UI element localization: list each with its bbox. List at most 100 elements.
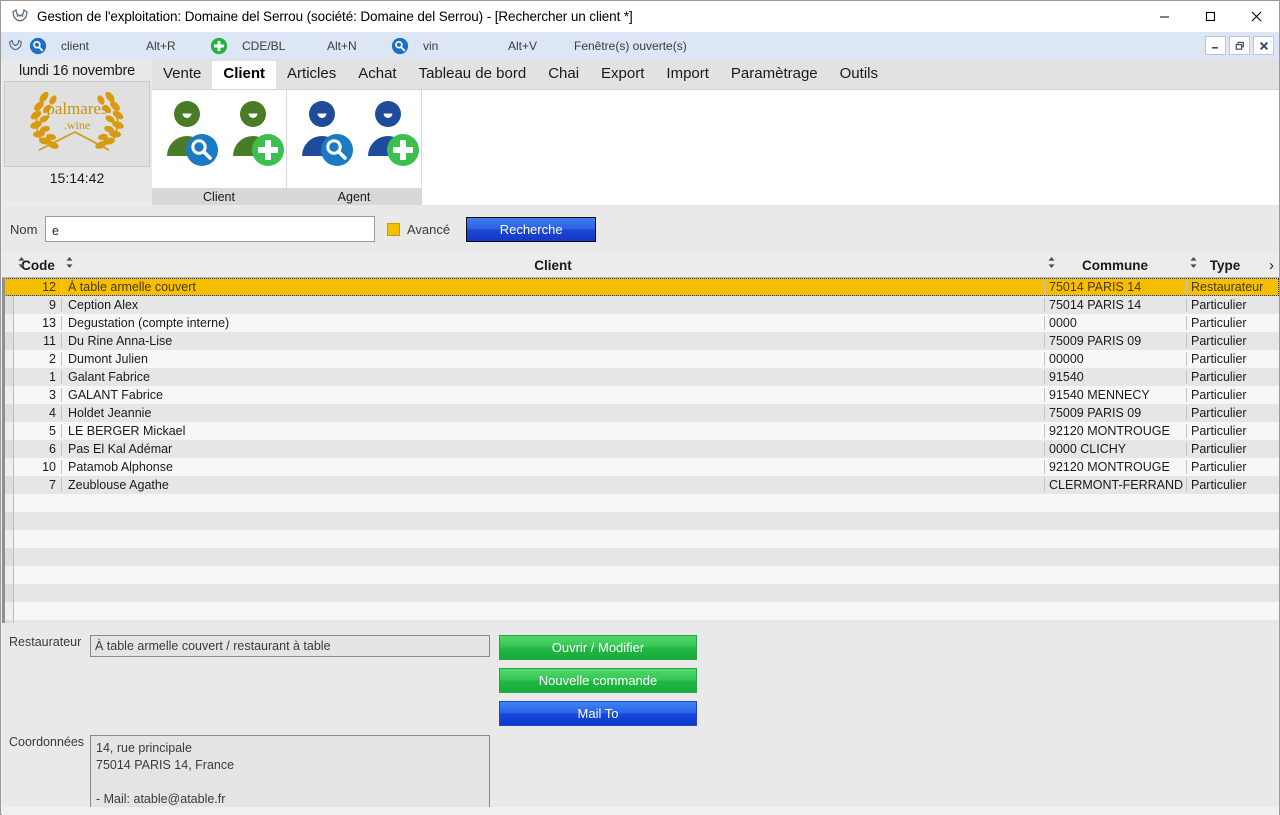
- coordonnees-field[interactable]: 14, rue principale 75014 PARIS 14, Franc…: [90, 735, 490, 815]
- quickbar-client-search-icon[interactable]: [27, 35, 49, 57]
- cell-client: Patamob Alphonse: [62, 460, 1044, 474]
- cell-type: Particulier: [1186, 442, 1264, 456]
- table-row[interactable]: 2Dumont Julien00000Particulier: [2, 350, 1279, 368]
- grid-header-more-icon[interactable]: ›: [1264, 253, 1279, 277]
- cell-type: Particulier: [1186, 352, 1264, 366]
- cell-code: 10: [14, 460, 62, 474]
- table-row-empty[interactable]: [2, 548, 1279, 566]
- avance-checkbox[interactable]: [387, 223, 400, 236]
- table-row-empty[interactable]: [2, 602, 1279, 620]
- cell-client: Dumont Julien: [62, 352, 1044, 366]
- search-input[interactable]: [45, 216, 375, 242]
- agent-search-button[interactable]: [295, 94, 357, 168]
- ribbon-group-agent-label: Agent: [287, 188, 421, 205]
- cell-commune: 92120 MONTROUGE: [1044, 424, 1186, 438]
- mail-to-button[interactable]: Mail To: [499, 701, 697, 726]
- table-row-empty[interactable]: [2, 584, 1279, 602]
- quickbar-item-label-0[interactable]: client: [49, 39, 146, 53]
- tab-chai[interactable]: Chai: [537, 61, 590, 89]
- tab-export[interactable]: Export: [590, 61, 655, 89]
- info-panel: lundi 16 novembre: [2, 59, 152, 204]
- tab-vente[interactable]: Vente: [152, 61, 212, 89]
- cell-commune: 92120 MONTROUGE: [1044, 460, 1186, 474]
- table-row[interactable]: 9Ception Alex75014 PARIS 14Particulier: [2, 296, 1279, 314]
- window-maximize-button[interactable]: [1187, 1, 1233, 32]
- grid-header-client-label: Client: [62, 258, 1044, 273]
- cell-code: 6: [14, 442, 62, 456]
- sort-indicator-icon[interactable]: [62, 257, 73, 268]
- quickbar-logo-icon: [5, 37, 25, 55]
- table-row[interactable]: 13Degustation (compte interne)0000Partic…: [2, 314, 1279, 332]
- cell-code: 11: [14, 334, 62, 348]
- table-row[interactable]: 4Holdet Jeannie75009 PARIS 09Particulier: [2, 404, 1279, 422]
- tab-outils[interactable]: Outils: [829, 61, 889, 89]
- grid-header-marker: [2, 253, 14, 277]
- restaurateur-field[interactable]: À table armelle couvert / restaurant à t…: [90, 635, 490, 657]
- tab-import[interactable]: Import: [655, 61, 720, 89]
- ribbon-group-agent: Agent: [287, 90, 422, 205]
- grid-header-row: Code Client Commune Type ›: [2, 253, 1279, 278]
- tab-tableau-de-bord[interactable]: Tableau de bord: [408, 61, 538, 89]
- sort-indicator-icon[interactable]: [14, 257, 25, 268]
- table-row[interactable]: 10Patamob Alphonse92120 MONTROUGEParticu…: [2, 458, 1279, 476]
- table-row-empty[interactable]: [2, 530, 1279, 548]
- grid-header-code[interactable]: Code: [14, 253, 62, 277]
- ouvrir-modifier-button[interactable]: Ouvrir / Modifier: [499, 635, 697, 660]
- table-row-empty[interactable]: [2, 566, 1279, 584]
- ribbon-tab-strip: Vente Client Articles Achat Tableau de b…: [152, 59, 1279, 89]
- tab-articles[interactable]: Articles: [276, 61, 347, 89]
- ribbon-group-client-label: Client: [152, 188, 286, 205]
- cell-code: 4: [14, 406, 62, 420]
- grid-header-client[interactable]: Client: [62, 253, 1044, 277]
- agent-add-button[interactable]: [361, 94, 423, 168]
- cell-code: 13: [14, 316, 62, 330]
- table-row-empty[interactable]: [2, 512, 1279, 530]
- window-close-button[interactable]: [1233, 1, 1279, 32]
- table-row-empty[interactable]: [2, 494, 1279, 512]
- open-windows-label[interactable]: Fenêtre(s) ouverte(s): [566, 39, 687, 53]
- mdi-minimize-button[interactable]: [1205, 36, 1226, 55]
- cell-client: Holdet Jeannie: [62, 406, 1044, 420]
- cell-code: 1: [14, 370, 62, 384]
- cell-client: GALANT Fabrice: [62, 388, 1044, 402]
- table-row[interactable]: 12À table armelle couvert75014 PARIS 14R…: [2, 278, 1279, 296]
- sort-indicator-icon[interactable]: [1044, 257, 1055, 268]
- avance-label: Avancé: [407, 222, 450, 237]
- quickbar-vin-search-icon[interactable]: [389, 35, 411, 57]
- tab-achat[interactable]: Achat: [347, 61, 407, 89]
- cell-code: 12: [14, 280, 62, 294]
- nouvelle-commande-button[interactable]: Nouvelle commande: [499, 668, 697, 693]
- logo-text-top: palmares: [46, 99, 107, 118]
- quickbar-cde-bl-plus-icon[interactable]: [208, 35, 230, 57]
- window-title: Gestion de l'exploitation: Domaine del S…: [37, 9, 633, 24]
- avance-checkbox-wrap[interactable]: Avancé: [387, 222, 450, 237]
- tab-client[interactable]: Client: [212, 61, 276, 90]
- cell-client: Pas El Kal Adémar: [62, 442, 1044, 456]
- quickbar-item-label-1[interactable]: CDE/BL: [230, 39, 327, 53]
- sort-indicator-icon[interactable]: [1186, 257, 1197, 268]
- table-row[interactable]: 11Du Rine Anna-Lise75009 PARIS 09Particu…: [2, 332, 1279, 350]
- table-row[interactable]: 1Galant Fabrice91540Particulier: [2, 368, 1279, 386]
- cell-commune: 75014 PARIS 14: [1044, 280, 1186, 294]
- cell-commune: 75009 PARIS 09: [1044, 406, 1186, 420]
- table-row[interactable]: 5LE BERGER Mickael92120 MONTROUGEParticu…: [2, 422, 1279, 440]
- window-minimize-button[interactable]: [1141, 1, 1187, 32]
- mdi-restore-button[interactable]: [1229, 36, 1250, 55]
- grid-header-type[interactable]: Type: [1186, 253, 1264, 277]
- table-row[interactable]: 3GALANT Fabrice91540 MENNECYParticulier: [2, 386, 1279, 404]
- recherche-button[interactable]: Recherche: [466, 217, 596, 242]
- table-row[interactable]: 6Pas El Kal Adémar0000 CLICHYParticulier: [2, 440, 1279, 458]
- quickbar-item-label-2[interactable]: vin: [411, 39, 508, 53]
- grid-header-type-label: Type: [1186, 258, 1264, 273]
- client-add-button[interactable]: [226, 94, 288, 168]
- mdi-window-controls: [1205, 36, 1279, 55]
- coordonnees-label: Coordonnées: [2, 735, 90, 815]
- table-row[interactable]: 7Zeublouse Agathe CLERMONT-FERRANDPartic…: [2, 476, 1279, 494]
- cell-type: Particulier: [1186, 406, 1264, 420]
- cell-code: 2: [14, 352, 62, 366]
- client-search-button[interactable]: [160, 94, 222, 168]
- grid-header-commune[interactable]: Commune: [1044, 253, 1186, 277]
- tab-parametrage[interactable]: Paramètrage: [720, 61, 829, 89]
- grid-left-edge: [2, 278, 5, 623]
- mdi-close-button[interactable]: [1253, 36, 1274, 55]
